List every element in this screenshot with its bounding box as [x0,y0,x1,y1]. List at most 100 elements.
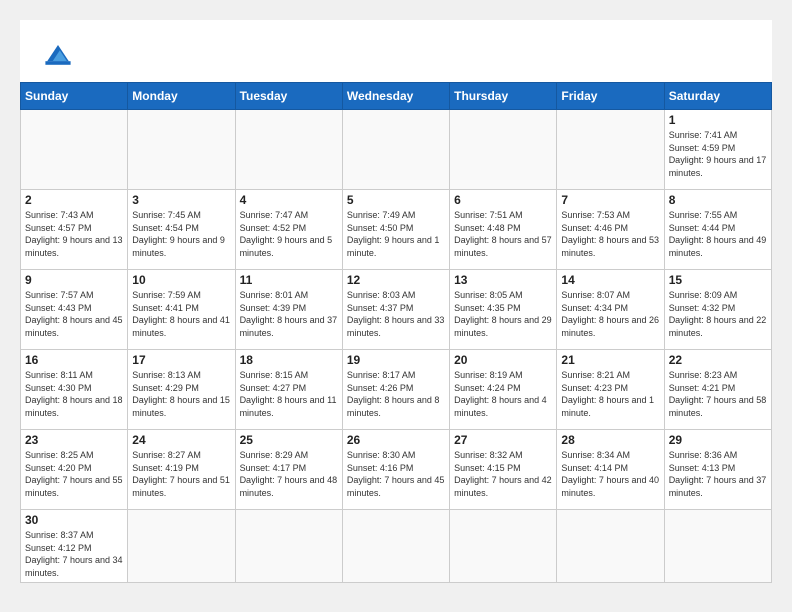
day-info: Sunrise: 8:07 AM Sunset: 4:34 PM Dayligh… [561,289,659,339]
day-number: 7 [561,193,659,207]
calendar-table: SundayMondayTuesdayWednesdayThursdayFrid… [20,82,772,583]
day-info: Sunrise: 7:59 AM Sunset: 4:41 PM Dayligh… [132,289,230,339]
calendar-cell: 27 Sunrise: 8:32 AM Sunset: 4:15 PM Dayli… [450,430,557,510]
calendar-cell: 5 Sunrise: 7:49 AM Sunset: 4:50 PM Daylig… [342,190,449,270]
calendar-cell [450,510,557,583]
calendar-cell: 1 Sunrise: 7:41 AM Sunset: 4:59 PM Daylig… [664,110,771,190]
calendar-cell: 3 Sunrise: 7:45 AM Sunset: 4:54 PM Daylig… [128,190,235,270]
calendar-cell: 18Sunrise: 8:15 AM Sunset: 4:27 PM Dayli… [235,350,342,430]
day-info: Sunrise: 7:47 AM Sunset: 4:52 PM Dayligh… [240,209,338,259]
day-info: Sunrise: 8:17 AM Sunset: 4:26 PM Dayligh… [347,369,445,419]
calendar-cell: 6 Sunrise: 7:51 AM Sunset: 4:48 PM Daylig… [450,190,557,270]
calendar-cell [342,510,449,583]
calendar-cell: 24 Sunrise: 8:27 AM Sunset: 4:19 PM Dayli… [128,430,235,510]
day-number: 22 [669,353,767,367]
weekday-header-wednesday: Wednesday [342,83,449,110]
calendar-week-row: 23Sunrise: 8:25 AM Sunset: 4:20 PM Dayli… [21,430,772,510]
day-info: Sunrise: 7:53 AM Sunset: 4:46 PM Dayligh… [561,209,659,259]
day-number: 8 [669,193,767,207]
calendar-cell [450,110,557,190]
day-info: Sunrise: 8:29 AM Sunset: 4:17 PM Dayligh… [240,449,338,499]
calendar-cell: 4 Sunrise: 7:47 AM Sunset: 4:52 PM Daylig… [235,190,342,270]
logo-icon [40,36,76,72]
calendar-cell: 11 Sunrise: 8:01 AM Sunset: 4:39 PM Dayli… [235,270,342,350]
day-info: Sunrise: 8:01 AM Sunset: 4:39 PM Dayligh… [240,289,338,339]
calendar-cell: 2 Sunrise: 7:43 AM Sunset: 4:57 PM Daylig… [21,190,128,270]
day-info: Sunrise: 8:05 AM Sunset: 4:35 PM Dayligh… [454,289,552,339]
calendar-cell [664,510,771,583]
day-number: 4 [240,193,338,207]
day-number: 14 [561,273,659,287]
calendar-week-row: 1 Sunrise: 7:41 AM Sunset: 4:59 PM Daylig… [21,110,772,190]
day-number: 13 [454,273,552,287]
day-number: 2 [25,193,123,207]
weekday-header-tuesday: Tuesday [235,83,342,110]
day-number: 27 [454,433,552,447]
day-number: 30 [25,513,123,527]
day-number: 29 [669,433,767,447]
day-number: 3 [132,193,230,207]
day-number: 15 [669,273,767,287]
calendar-cell: 30 Sunrise: 8:37 AM Sunset: 4:12 PM Dayli… [21,510,128,583]
calendar-cell: 7 Sunrise: 7:53 AM Sunset: 4:46 PM Daylig… [557,190,664,270]
calendar-cell: 22 Sunrise: 8:23 AM Sunset: 4:21 PM Dayli… [664,350,771,430]
day-info: Sunrise: 8:13 AM Sunset: 4:29 PM Dayligh… [132,369,230,419]
calendar-week-row: 9Sunrise: 7:57 AM Sunset: 4:43 PM Daylig… [21,270,772,350]
calendar-cell [128,510,235,583]
calendar-cell: 28 Sunrise: 8:34 AM Sunset: 4:14 PM Dayli… [557,430,664,510]
calendar-cell: 21Sunrise: 8:21 AM Sunset: 4:23 PM Dayli… [557,350,664,430]
day-number: 18 [240,353,338,367]
day-number: 1 [669,113,767,127]
calendar-cell: 9Sunrise: 7:57 AM Sunset: 4:43 PM Daylig… [21,270,128,350]
weekday-header-friday: Friday [557,83,664,110]
day-info: Sunrise: 8:19 AM Sunset: 4:24 PM Dayligh… [454,369,552,419]
day-number: 28 [561,433,659,447]
day-info: Sunrise: 8:11 AM Sunset: 4:30 PM Dayligh… [25,369,123,419]
calendar-cell [21,110,128,190]
day-info: Sunrise: 8:36 AM Sunset: 4:13 PM Dayligh… [669,449,767,499]
calendar-cell [557,510,664,583]
calendar-cell: 25 Sunrise: 8:29 AM Sunset: 4:17 PM Dayli… [235,430,342,510]
day-info: Sunrise: 8:03 AM Sunset: 4:37 PM Dayligh… [347,289,445,339]
day-info: Sunrise: 8:25 AM Sunset: 4:20 PM Dayligh… [25,449,123,499]
day-info: Sunrise: 7:45 AM Sunset: 4:54 PM Dayligh… [132,209,230,259]
day-number: 24 [132,433,230,447]
day-info: Sunrise: 8:37 AM Sunset: 4:12 PM Dayligh… [25,529,123,579]
logo [40,36,82,72]
day-info: Sunrise: 8:32 AM Sunset: 4:15 PM Dayligh… [454,449,552,499]
day-info: Sunrise: 7:57 AM Sunset: 4:43 PM Dayligh… [25,289,123,339]
day-info: Sunrise: 8:30 AM Sunset: 4:16 PM Dayligh… [347,449,445,499]
day-info: Sunrise: 7:51 AM Sunset: 4:48 PM Dayligh… [454,209,552,259]
calendar-cell: 12Sunrise: 8:03 AM Sunset: 4:37 PM Dayli… [342,270,449,350]
calendar-cell [235,510,342,583]
day-number: 6 [454,193,552,207]
calendar-week-row: 30 Sunrise: 8:37 AM Sunset: 4:12 PM Dayli… [21,510,772,583]
calendar-cell: 17 Sunrise: 8:13 AM Sunset: 4:29 PM Dayli… [128,350,235,430]
day-number: 19 [347,353,445,367]
day-info: Sunrise: 7:41 AM Sunset: 4:59 PM Dayligh… [669,129,767,179]
day-info: Sunrise: 8:27 AM Sunset: 4:19 PM Dayligh… [132,449,230,499]
calendar-cell [128,110,235,190]
calendar-cell: 16 Sunrise: 8:11 AM Sunset: 4:30 PM Dayli… [21,350,128,430]
day-number: 11 [240,273,338,287]
calendar-week-row: 2 Sunrise: 7:43 AM Sunset: 4:57 PM Daylig… [21,190,772,270]
calendar-cell [557,110,664,190]
day-info: Sunrise: 8:34 AM Sunset: 4:14 PM Dayligh… [561,449,659,499]
calendar-cell: 10 Sunrise: 7:59 AM Sunset: 4:41 PM Dayli… [128,270,235,350]
day-info: Sunrise: 8:21 AM Sunset: 4:23 PM Dayligh… [561,369,659,419]
weekday-header-thursday: Thursday [450,83,557,110]
calendar-cell: 15Sunrise: 8:09 AM Sunset: 4:32 PM Dayli… [664,270,771,350]
calendar-cell [235,110,342,190]
day-info: Sunrise: 7:49 AM Sunset: 4:50 PM Dayligh… [347,209,445,259]
calendar-cell: 19 Sunrise: 8:17 AM Sunset: 4:26 PM Dayli… [342,350,449,430]
day-info: Sunrise: 7:43 AM Sunset: 4:57 PM Dayligh… [25,209,123,259]
day-number: 17 [132,353,230,367]
day-number: 25 [240,433,338,447]
day-number: 20 [454,353,552,367]
day-number: 16 [25,353,123,367]
weekday-header-monday: Monday [128,83,235,110]
day-info: Sunrise: 8:23 AM Sunset: 4:21 PM Dayligh… [669,369,767,419]
day-number: 10 [132,273,230,287]
calendar-cell: 13 Sunrise: 8:05 AM Sunset: 4:35 PM Dayli… [450,270,557,350]
day-number: 5 [347,193,445,207]
